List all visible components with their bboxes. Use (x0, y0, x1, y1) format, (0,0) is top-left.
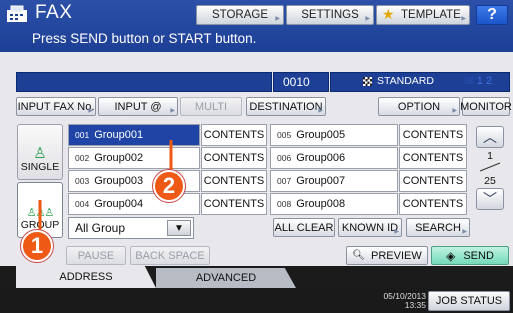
callout-badge-1: 1 (21, 230, 53, 262)
callout-lines (38, 140, 173, 236)
callout-badge-2: 2 (153, 170, 185, 202)
